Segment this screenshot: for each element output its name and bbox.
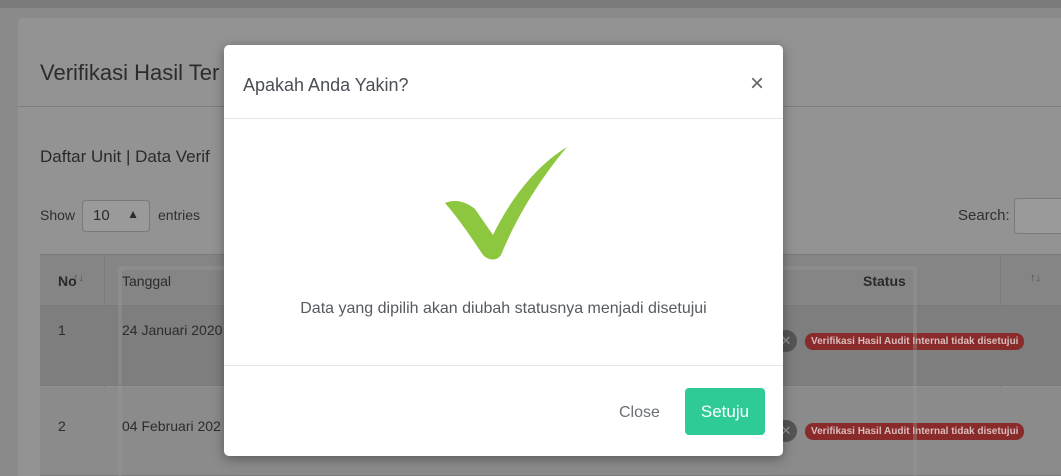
dialog-header-divider: [224, 118, 783, 119]
dialog-message: Data yang dipilih akan diubah statusnya …: [300, 300, 707, 317]
cell-tanggal: 24 Januari 2020: [122, 322, 223, 338]
entries-select[interactable]: 10 ▲︎: [82, 200, 150, 232]
status-badge: Verifikasi Hasil Audit Internal tidak di…: [805, 333, 1025, 350]
confirmation-dialog: Apakah Anda Yakin? × Data yang dipilih a…: [224, 45, 783, 456]
status-badge: Verifikasi Hasil Audit Internal tidak di…: [805, 423, 1025, 440]
cell-no: 1: [58, 322, 66, 338]
column-header-status[interactable]: Status: [863, 273, 906, 289]
checkmark-icon: [445, 147, 567, 260]
entries-label: entries: [158, 207, 201, 223]
setuju-button[interactable]: Setuju: [685, 388, 765, 435]
cell-no: 2: [58, 418, 66, 434]
column-header-tanggal[interactable]: Tanggal: [122, 273, 171, 289]
sort-icon[interactable]: ↑↓: [1030, 272, 1041, 284]
top-bar: [0, 0, 1061, 8]
select-arrows-icon: ▲︎: [127, 207, 139, 221]
cell-tanggal: 04 Februari 202: [122, 418, 221, 434]
close-button[interactable]: Close: [619, 404, 660, 422]
search-label: Search:: [958, 207, 1010, 224]
search-input[interactable]: [1014, 198, 1061, 234]
card-subtitle: Daftar Unit | Data Verif: [40, 147, 210, 166]
close-icon[interactable]: ×: [750, 72, 764, 96]
page-title: Verifikasi Hasil Ter: [40, 60, 220, 85]
dialog-title: Apakah Anda Yakin?: [243, 75, 409, 95]
entries-value: 10: [93, 207, 110, 224]
sort-icon[interactable]: ↑↓: [73, 272, 84, 284]
dialog-footer-divider: [224, 365, 783, 366]
show-label: Show: [40, 207, 76, 223]
